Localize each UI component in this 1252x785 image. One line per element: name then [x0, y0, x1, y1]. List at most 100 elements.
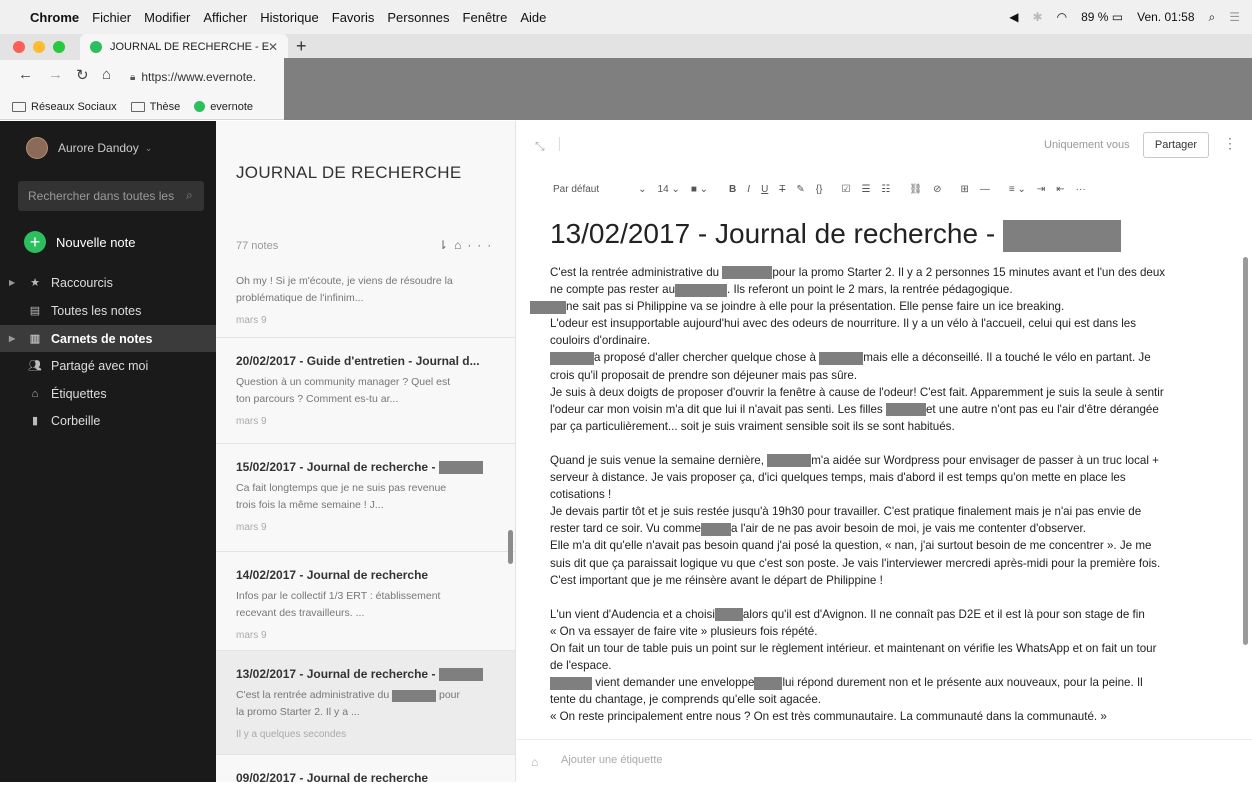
more-format-icon[interactable]: ···	[1076, 184, 1086, 195]
outdent-icon[interactable]: ⇤	[1056, 184, 1064, 195]
macos-menubar: Chrome Fichier Modifier Afficher Histori…	[0, 0, 1252, 34]
chevron-down-icon[interactable]: ⌄	[638, 184, 646, 195]
redacted-block	[819, 351, 864, 365]
list-scrollbar[interactable]	[508, 530, 513, 564]
sidebar-item-label: Étiquettes	[51, 386, 107, 401]
sidebar-item-shortcuts[interactable]: ▶ ★ Raccourcis	[0, 269, 216, 296]
redacted-block	[550, 351, 594, 365]
font-size-select[interactable]: 14 ⌄	[658, 184, 680, 195]
more-options-icon[interactable]: ···	[467, 238, 497, 252]
address-bar[interactable]: 🔒︎ https://www.evernote.	[130, 65, 256, 89]
notification-center-icon[interactable]: ☰	[1229, 10, 1240, 24]
editor-scrollbar[interactable]	[1243, 257, 1248, 645]
menu-edit[interactable]: Modifier	[144, 10, 190, 25]
note-card[interactable]: Oh my ! Si je m'écoute, je viens de réso…	[216, 259, 515, 345]
new-note-button[interactable]: + Nouvelle note	[24, 231, 136, 253]
new-tab-icon[interactable]: +	[296, 36, 307, 57]
back-icon[interactable]: ←	[18, 66, 33, 83]
attachment-icon[interactable]: ⊘	[933, 184, 941, 195]
note-body[interactable]: C'est la rentrée administrative du pour …	[530, 264, 1222, 725]
add-tag-input[interactable]: Ajouter une étiquette	[561, 754, 663, 766]
bluetooth-icon[interactable]: ✱	[1033, 10, 1043, 24]
link-icon[interactable]: ⛓	[909, 184, 922, 195]
sort-icon[interactable]: ⇂	[438, 238, 454, 252]
note-title: 14/02/2017 - Journal de recherche	[236, 568, 429, 582]
user-menu[interactable]: Aurore Dandoy ⌄	[26, 137, 152, 159]
sidebar-item-all-notes[interactable]: ▤ Toutes les notes	[0, 297, 216, 324]
bookmark-reseaux-sociaux[interactable]: Réseaux Sociaux	[12, 101, 117, 113]
close-window-icon[interactable]	[13, 41, 25, 53]
divider	[559, 137, 560, 151]
plus-icon: +	[24, 231, 46, 253]
more-options-icon[interactable]: ⋮	[1223, 135, 1237, 152]
table-icon[interactable]: ⊞	[960, 184, 968, 195]
wifi-icon[interactable]: ◠	[1057, 10, 1067, 24]
reload-icon[interactable]: ↻	[76, 66, 89, 84]
clock[interactable]: Ven. 01:58	[1137, 10, 1194, 24]
close-tab-icon[interactable]: ✕	[268, 40, 278, 54]
note-card[interactable]: 14/02/2017 - Journal de recherche Infos …	[216, 551, 515, 659]
minimize-window-icon[interactable]	[33, 41, 45, 53]
menu-view[interactable]: Afficher	[203, 10, 247, 25]
bullet-list-icon[interactable]: ☰	[861, 184, 870, 195]
browser-tab[interactable]: JOURNAL DE RECHERCHE - E ✕	[80, 34, 288, 60]
menu-bookmarks[interactable]: Favoris	[332, 10, 375, 25]
menu-help[interactable]: Aide	[520, 10, 546, 25]
indent-icon[interactable]: ⇥	[1037, 184, 1045, 195]
battery-status[interactable]: 89 % ▭	[1081, 10, 1123, 24]
body-line: « On va essayer de faire vite » plusieur…	[550, 624, 818, 638]
checkbox-icon[interactable]: ☑	[841, 184, 850, 195]
trash-icon: ▮	[31, 415, 39, 427]
horizontal-rule-icon[interactable]: —	[980, 184, 990, 195]
sidebar-item-notebooks[interactable]: ▶ ▥ Carnets de notes	[0, 325, 216, 352]
expand-icon[interactable]: ⤡	[535, 139, 545, 154]
paragraph-style-select[interactable]: Par défaut	[553, 184, 599, 195]
note-card[interactable]: 20/02/2017 - Guide d'entretien - Journal…	[216, 337, 515, 443]
sidebar-item-trash[interactable]: ▮ Corbeille	[0, 407, 216, 434]
snippet-line: pour	[436, 689, 461, 702]
text-color-icon[interactable]: ■ ⌄	[691, 184, 708, 195]
menu-history[interactable]: Historique	[260, 10, 319, 25]
new-note-label: Nouvelle note	[56, 234, 136, 250]
maximize-window-icon[interactable]	[53, 41, 65, 53]
search-icon[interactable]: ⌕	[186, 188, 193, 203]
strikethrough-icon[interactable]: T	[779, 184, 785, 195]
caret-right-icon[interactable]: ▶	[9, 334, 15, 343]
menu-app-name[interactable]: Chrome	[30, 10, 79, 25]
redacted-block	[550, 676, 592, 690]
bookmark-evernote[interactable]: evernote	[194, 101, 253, 113]
redacted-block	[767, 454, 812, 468]
sidebar-item-tags[interactable]: ⌂ Étiquettes	[0, 380, 216, 407]
forward-icon[interactable]: →	[48, 66, 63, 83]
sidebar-item-shared-with-me[interactable]: 👥︎ Partagé avec moi	[0, 352, 216, 379]
caret-right-icon[interactable]: ▶	[9, 278, 15, 287]
note-snippet: Oh my ! Si je m'écoute, je viens de réso…	[236, 273, 495, 307]
highlight-icon[interactable]: ✎	[796, 184, 804, 195]
bookmark-these[interactable]: Thèse	[130, 101, 180, 113]
body-line: vient demander une enveloppe lui répond d…	[550, 674, 1222, 691]
bold-icon[interactable]: B	[729, 184, 736, 195]
menu-window[interactable]: Fenêtre	[463, 10, 508, 25]
notebook-title: JOURNAL DE RECHERCHE	[236, 163, 462, 182]
menu-people[interactable]: Personnes	[387, 10, 449, 25]
italic-icon[interactable]: I	[747, 184, 750, 195]
underline-icon[interactable]: U	[761, 184, 768, 195]
note-card[interactable]: 09/02/2017 - Journal de recherche	[216, 754, 515, 785]
home-icon[interactable]: ⌂	[102, 66, 111, 83]
share-button[interactable]: Partager	[1143, 132, 1209, 158]
menu-file[interactable]: Fichier	[92, 10, 131, 25]
volume-icon[interactable]: ◀	[1009, 10, 1018, 24]
search-input[interactable]	[18, 181, 204, 211]
notebook-info-icon[interactable]: ⌂	[454, 238, 467, 252]
numbered-list-icon[interactable]: ☷	[881, 184, 890, 195]
note-card[interactable]: 15/02/2017 - Journal de recherche - Ca f…	[216, 443, 515, 551]
body-line: Je devais partir tôt et je suis restée j…	[550, 505, 1142, 519]
spotlight-icon[interactable]: ⌕	[1209, 10, 1216, 25]
code-icon[interactable]: {}	[816, 184, 823, 195]
align-icon[interactable]: ≡ ⌄	[1009, 184, 1026, 195]
snippet-line: Oh my ! Si je m'écoute, je viens de réso…	[236, 275, 453, 287]
body-line: a proposé d'aller chercher quelque chose…	[550, 349, 1222, 366]
note-title-field[interactable]: 13/02/2017 - Journal de recherche -	[550, 218, 1121, 252]
note-card-selected[interactable]: 13/02/2017 - Journal de recherche - C'es…	[216, 650, 515, 754]
body-line: Elle m'a dit qu'elle n'avait pas besoin …	[550, 539, 1152, 553]
